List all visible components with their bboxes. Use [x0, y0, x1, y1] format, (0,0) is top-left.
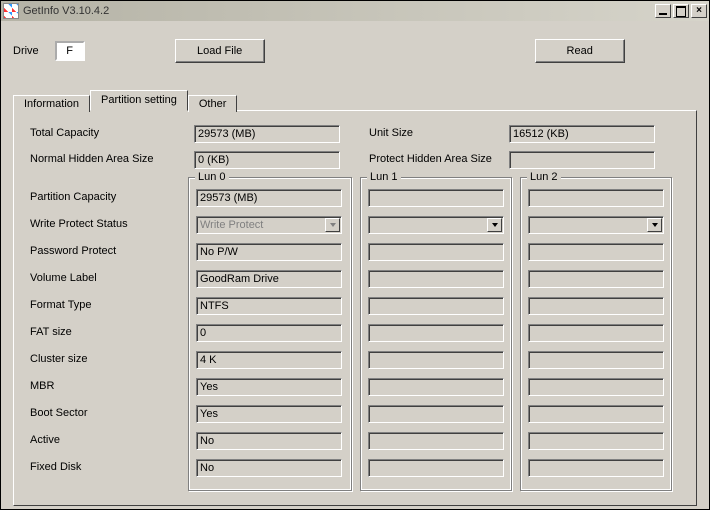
lun2-password-protect — [528, 243, 664, 261]
label-volume-label: Volume Label — [30, 272, 97, 284]
tab-other[interactable]: Other — [188, 95, 238, 112]
lun0-fixed-disk: No — [196, 459, 342, 477]
value-protect-hidden — [509, 151, 655, 169]
lun2-fat-size — [528, 324, 664, 342]
lun2-partition-capacity — [528, 189, 664, 207]
lun0-volume-label: GoodRam Drive — [196, 270, 342, 288]
label-fixed-disk: Fixed Disk — [30, 461, 81, 473]
lun1-active — [368, 432, 504, 450]
tab-panel: Total Capacity 29573 (MB) Unit Size 1651… — [13, 110, 697, 506]
value-unit-size: 16512 (KB) — [509, 125, 655, 143]
lun1-password-protect — [368, 243, 504, 261]
lun2-fixed-disk — [528, 459, 664, 477]
lun0-write-protect-value: Write Protect — [200, 219, 263, 231]
label-password-protect: Password Protect — [30, 245, 116, 257]
legend-lun0: Lun 0 — [195, 171, 229, 183]
lun1-write-protect-select[interactable] — [368, 216, 504, 234]
load-file-button[interactable]: Load File — [175, 39, 265, 63]
legend-lun1: Lun 1 — [367, 171, 401, 183]
lun2-cluster-size — [528, 351, 664, 369]
label-normal-hidden: Normal Hidden Area Size — [30, 153, 154, 165]
lun1-volume-label — [368, 270, 504, 288]
lun2-active — [528, 432, 664, 450]
chevron-down-icon[interactable] — [487, 218, 502, 232]
lun2-volume-label — [528, 270, 664, 288]
maximize-button[interactable] — [673, 4, 689, 18]
lun1-format-type — [368, 297, 504, 315]
toolbar: Drive F Load File Read — [13, 31, 697, 71]
drive-input[interactable]: F — [55, 41, 85, 61]
label-protect-hidden: Protect Hidden Area Size — [369, 153, 492, 165]
label-boot-sector: Boot Sector — [30, 407, 87, 419]
lun1-partition-capacity — [368, 189, 504, 207]
label-mbr: MBR — [30, 380, 54, 392]
lun0-mbr: Yes — [196, 378, 342, 396]
lun0-fat-size: 0 — [196, 324, 342, 342]
chevron-down-icon[interactable] — [325, 218, 340, 232]
form-area: Total Capacity 29573 (MB) Unit Size 1651… — [26, 125, 682, 495]
label-active: Active — [30, 434, 60, 446]
app-icon — [3, 3, 19, 19]
lun1-fixed-disk — [368, 459, 504, 477]
read-button[interactable]: Read — [535, 39, 625, 63]
lun0-partition-capacity: 29573 (MB) — [196, 189, 342, 207]
lun1-cluster-size — [368, 351, 504, 369]
label-fat-size: FAT size — [30, 326, 72, 338]
lun0-cluster-size: 4 K — [196, 351, 342, 369]
lun1-boot-sector — [368, 405, 504, 423]
lun1-fat-size — [368, 324, 504, 342]
window-title: GetInfo V3.10.4.2 — [23, 5, 653, 17]
window: GetInfo V3.10.4.2 × Drive F Load File Re… — [0, 0, 710, 510]
label-total-capacity: Total Capacity — [30, 127, 99, 139]
title-buttons: × — [653, 4, 707, 18]
lun1-mbr — [368, 378, 504, 396]
label-format-type: Format Type — [30, 299, 92, 311]
client-area: Drive F Load File Read Information Parti… — [1, 21, 709, 509]
label-partition-capacity: Partition Capacity — [30, 191, 116, 203]
value-total-capacity: 29573 (MB) — [194, 125, 340, 143]
lun0-write-protect-select[interactable]: Write Protect — [196, 216, 342, 234]
chevron-down-icon[interactable] — [647, 218, 662, 232]
titlebar: GetInfo V3.10.4.2 × — [1, 1, 709, 21]
label-cluster-size: Cluster size — [30, 353, 87, 365]
lun2-boot-sector — [528, 405, 664, 423]
minimize-button[interactable] — [655, 4, 671, 18]
tab-partition-setting[interactable]: Partition setting — [90, 90, 188, 111]
lun0-password-protect: No P/W — [196, 243, 342, 261]
close-button[interactable]: × — [691, 4, 707, 18]
label-write-protect: Write Protect Status — [30, 218, 128, 230]
drive-label: Drive — [13, 45, 39, 57]
lun0-format-type: NTFS — [196, 297, 342, 315]
lun2-write-protect-select[interactable] — [528, 216, 664, 234]
lun2-mbr — [528, 378, 664, 396]
lun0-boot-sector: Yes — [196, 405, 342, 423]
lun2-format-type — [528, 297, 664, 315]
label-unit-size: Unit Size — [369, 127, 413, 139]
legend-lun2: Lun 2 — [527, 171, 561, 183]
tab-information[interactable]: Information — [13, 95, 90, 112]
lun0-active: No — [196, 432, 342, 450]
tabstrip: Information Partition setting Other — [13, 89, 697, 110]
value-normal-hidden: 0 (KB) — [194, 151, 340, 169]
